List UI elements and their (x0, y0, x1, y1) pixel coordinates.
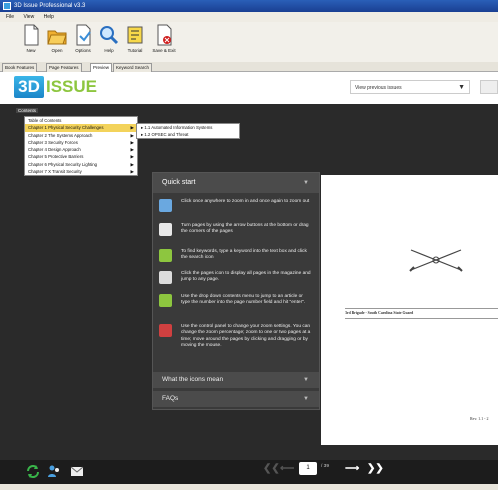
previous-page-icon[interactable]: ⟵ (280, 462, 294, 476)
quick-start-panel: Quick start ▼ Click once anywhere to zoo… (152, 172, 320, 410)
header-button[interactable] (480, 80, 498, 94)
document-page[interactable] (321, 175, 498, 445)
faqs-section[interactable]: FAQs ▼ (153, 391, 319, 407)
tab-book-features[interactable]: Book Features (2, 63, 38, 72)
contents-item[interactable]: Chapter 4 Design Approach ▶ (25, 146, 137, 153)
quick-start-text: Use the drop down contents menu to jump … (181, 294, 306, 306)
contents-item[interactable]: Chapter 5 Protective Barriers ▶ (25, 153, 137, 160)
contents-dropdown-label[interactable]: Contents (16, 108, 39, 113)
mail-icon[interactable] (70, 465, 84, 478)
share-people-icon[interactable] (47, 465, 61, 478)
document-rule-top (345, 308, 498, 309)
folder-icon (47, 30, 67, 45)
open-button[interactable]: Open (46, 24, 68, 60)
tab-keyword-search[interactable]: Keyword Search (113, 63, 153, 72)
contents-submenu: ▸ 1.1 Automated Information Systems ▸ 1.… (136, 123, 240, 139)
quick-start-text: Turn pages by using the arrow buttons at… (181, 223, 309, 235)
menu-view[interactable]: View (23, 14, 34, 20)
help-button[interactable]: Help (98, 24, 120, 60)
control-panel-icon (159, 324, 172, 337)
document-rule-bottom (345, 318, 498, 319)
window-title-bar: 3D Issue Professional v3.3 (0, 0, 498, 12)
previous-issues-value: View previous issues (355, 85, 402, 91)
submenu-item[interactable]: ▸ 1.1 Automated Information Systems (137, 124, 239, 131)
logo-3d: 3D (14, 76, 44, 98)
chevron-right-icon: ▶ (130, 154, 134, 160)
page-turn-icon (159, 223, 172, 236)
new-document-icon (24, 24, 39, 46)
chevron-down-icon: ▼ (303, 180, 309, 186)
chevron-right-icon: ▶ (130, 132, 134, 138)
first-page-icon[interactable]: ❮❮ (263, 462, 280, 476)
chevron-down-icon: ▼ (303, 377, 309, 383)
quick-start-text: To find keywords, type a keyword into th… (181, 249, 307, 261)
document-footer: Rev. 1.1 - 2 (470, 416, 489, 421)
refresh-icon[interactable] (26, 465, 40, 478)
page-total: / 39 (321, 464, 330, 469)
zoom-icon (159, 199, 172, 212)
window-title: 3D Issue Professional v3.3 (14, 3, 86, 9)
contents-item[interactable]: Chapter 6 Physical Security Lighting ▶ (25, 161, 137, 168)
tab-strip: Book Features Page Features Preview Keyw… (0, 62, 498, 72)
menu-bar: File View Help (0, 12, 498, 22)
tab-preview[interactable]: Preview (90, 63, 113, 72)
quick-start-header[interactable]: Quick start ▼ (153, 173, 319, 193)
magnifier-help-icon (100, 26, 119, 45)
last-page-icon[interactable]: ❯❯ (367, 462, 384, 476)
tutorial-icon (127, 26, 143, 44)
quick-start-text: Use the control panel to change your zoo… (181, 324, 311, 349)
chevron-down-icon: ▼ (303, 396, 309, 402)
contents-item-selected[interactable]: Chapter 1 Physical Security Challenges ▶ (25, 124, 137, 132)
app-icon (3, 2, 11, 10)
tutorial-button[interactable]: Tutorial (124, 24, 146, 60)
submenu-item[interactable]: ▸ 1.2 OPSEC and Threat (137, 131, 239, 138)
save-exit-icon (157, 24, 172, 46)
menu-help[interactable]: Help (44, 14, 54, 20)
document-caption: 3rd Brigade - South Carolina State Guard (345, 311, 414, 315)
save-exit-button[interactable]: Save & Exit (150, 24, 178, 60)
previous-issues-select[interactable]: View previous issues ▼ (350, 80, 470, 94)
contents-icon (159, 294, 172, 307)
search-page-icon (159, 249, 172, 262)
icons-meaning-section[interactable]: What the icons mean ▼ (153, 372, 319, 388)
quick-start-text: Click the pages icon to display all page… (181, 271, 311, 283)
tab-page-features[interactable]: Page Features (46, 63, 82, 72)
logo: 3D ISSUE (14, 76, 114, 98)
options-button[interactable]: Options (72, 24, 94, 60)
pages-icon (159, 271, 172, 284)
crossed-rifles-emblem (409, 249, 463, 272)
chevron-down-icon: ▼ (458, 84, 465, 91)
contents-item[interactable]: Chapter 3 Security Forces ▶ (25, 139, 137, 146)
contents-dropdown: Table of Contents Chapter 1 Physical Sec… (24, 116, 138, 177)
chevron-right-icon: ▶ (130, 147, 134, 153)
page-number-input[interactable]: 1 (299, 462, 317, 475)
new-button[interactable]: New (20, 24, 42, 60)
menu-file[interactable]: File (6, 14, 14, 20)
contents-item[interactable]: Chapter 7 X Transit Security ▶ (25, 168, 137, 175)
toolbar: New Open Options Help Tutorial Save & Ex… (0, 22, 498, 63)
logo-word: ISSUE (46, 77, 98, 96)
contents-item[interactable]: Table of Contents (25, 117, 137, 124)
chevron-right-icon: ▶ (130, 125, 134, 131)
chevron-right-icon: ▶ (130, 139, 134, 145)
quick-start-text: Click once anywhere to zoom in and once … (181, 199, 310, 204)
chevron-right-icon: ▶ (130, 161, 134, 167)
status-bar (0, 484, 498, 490)
chevron-right-icon: ▶ (130, 169, 134, 175)
options-icon (76, 24, 91, 46)
next-page-icon[interactable]: ⟶ (345, 462, 359, 476)
contents-item[interactable]: Chapter 2 The Systems Approach ▶ (25, 132, 137, 139)
